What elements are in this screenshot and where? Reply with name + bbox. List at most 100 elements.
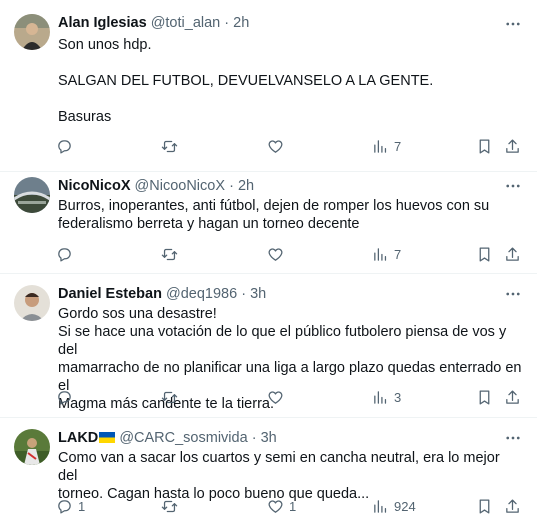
- user-handle[interactable]: @deq1986: [166, 286, 237, 302]
- bookmark-icon: [479, 498, 490, 514]
- views-count: 3: [394, 389, 402, 405]
- retweet-icon: [161, 500, 178, 512]
- tweet-line: Gordo sos una desastre!: [58, 306, 217, 322]
- timestamp[interactable]: 2h: [238, 178, 254, 194]
- timestamp[interactable]: 2h: [233, 15, 249, 31]
- reply-icon: [58, 247, 71, 262]
- avatar[interactable]: [14, 285, 50, 321]
- tweet[interactable]: LAKD @CARC_sosmivida · 3h Como van a sac…: [0, 418, 537, 524]
- views-icon: [374, 139, 387, 153]
- action-bar: 1 1 924: [56, 495, 522, 517]
- avatar[interactable]: [14, 14, 50, 50]
- ukraine-flag-icon: [99, 432, 116, 443]
- tweet-header: LAKD @CARC_sosmivida · 3h: [58, 428, 501, 448]
- bookmark-button[interactable]: [476, 135, 493, 157]
- share-icon: [506, 389, 519, 404]
- like-icon: [268, 499, 283, 513]
- views-icon: [374, 390, 387, 404]
- tweet[interactable]: NicoNicoX @NicooNicoX · 2h Burros, inope…: [0, 172, 537, 274]
- user-handle[interactable]: @CARC_sosmivida: [119, 430, 247, 446]
- user-handle[interactable]: @NicooNicoX: [135, 178, 225, 194]
- like-icon: [268, 390, 283, 404]
- reply-icon: [58, 390, 71, 405]
- action-bar: 7: [56, 135, 522, 157]
- separator-dot: ·: [224, 15, 230, 31]
- display-name[interactable]: NicoNicoX: [58, 178, 131, 194]
- views-button[interactable]: 924: [372, 495, 416, 517]
- reply-button[interactable]: [56, 386, 78, 408]
- tweet-line: Basuras: [58, 109, 112, 125]
- like-count: 1: [289, 498, 297, 514]
- share-icon: [506, 246, 519, 261]
- share-icon: [506, 498, 519, 513]
- tweet-line: Burros, inoperantes, anti fútbol, dejen …: [58, 198, 490, 214]
- bookmark-icon: [479, 246, 490, 262]
- tweet-line: [58, 54, 523, 72]
- views-button[interactable]: 7: [372, 243, 401, 265]
- separator-dot: ·: [241, 286, 247, 302]
- like-button[interactable]: [267, 386, 289, 408]
- views-count: 924: [394, 498, 416, 514]
- bookmark-button[interactable]: [476, 495, 493, 517]
- tweet-line: Como van a sacar los cuartos y semi en c…: [58, 450, 504, 484]
- reply-icon: [58, 499, 71, 514]
- retweet-button[interactable]: [161, 243, 183, 265]
- retweet-button[interactable]: [161, 495, 183, 517]
- retweet-button[interactable]: [161, 386, 183, 408]
- tweet-line: Son unos hdp.: [58, 37, 152, 53]
- views-icon: [374, 499, 387, 513]
- avatar[interactable]: [14, 429, 50, 465]
- tweet-line: [58, 90, 523, 108]
- tweet[interactable]: Daniel Esteban @deq1986 · 3h Gordo sos u…: [0, 274, 537, 418]
- more-icon[interactable]: [503, 176, 523, 196]
- like-button[interactable]: [267, 243, 289, 265]
- views-button[interactable]: 3: [372, 386, 401, 408]
- views-icon: [374, 247, 387, 261]
- separator-dot: ·: [229, 178, 234, 194]
- retweet-icon: [161, 391, 178, 403]
- views-count: 7: [394, 138, 402, 154]
- user-handle[interactable]: @toti_alan: [151, 15, 221, 31]
- reply-count: 1: [78, 498, 86, 514]
- display-name[interactable]: Daniel Esteban: [58, 286, 162, 302]
- reply-button[interactable]: 1: [56, 495, 85, 517]
- views-count: 7: [394, 246, 402, 262]
- display-name[interactable]: Alan Iglesias: [58, 15, 147, 31]
- timestamp[interactable]: 3h: [250, 286, 266, 302]
- share-button[interactable]: [504, 243, 521, 265]
- tweet-line: Si se hace una votación de lo que el púb…: [58, 324, 511, 358]
- like-icon: [268, 139, 283, 153]
- retweet-icon: [161, 140, 178, 152]
- tweet-text: Son unos hdp. SALGAN DEL FUTBOL, DEVUELV…: [58, 36, 523, 126]
- like-icon: [268, 247, 283, 261]
- share-button[interactable]: [504, 495, 521, 517]
- display-name[interactable]: LAKD: [58, 430, 98, 446]
- bookmark-button[interactable]: [476, 243, 493, 265]
- reply-button[interactable]: [56, 135, 78, 157]
- like-button[interactable]: 1: [267, 495, 296, 517]
- retweet-button[interactable]: [161, 135, 183, 157]
- like-button[interactable]: [267, 135, 289, 157]
- tweet-header: Alan Iglesias @toti_alan · 2h: [58, 13, 501, 33]
- views-button[interactable]: 7: [372, 135, 401, 157]
- action-bar: 3: [56, 386, 522, 408]
- tweet-line: SALGAN DEL FUTBOL, DEVUELVANSELO A LA GE…: [58, 73, 434, 89]
- bookmark-icon: [479, 138, 490, 154]
- share-button[interactable]: [504, 386, 521, 408]
- share-icon: [506, 138, 519, 153]
- avatar[interactable]: [14, 177, 50, 213]
- timestamp[interactable]: 3h: [261, 430, 277, 446]
- tweet-text: Burros, inoperantes, anti fútbol, dejen …: [58, 197, 523, 233]
- tweet[interactable]: Alan Iglesias @toti_alan · 2h Son unos h…: [0, 0, 537, 172]
- more-icon[interactable]: [503, 284, 523, 304]
- tweet-header: NicoNicoX @NicooNicoX · 2h: [58, 176, 501, 196]
- reply-button[interactable]: [56, 243, 78, 265]
- reply-icon: [58, 139, 71, 154]
- bookmark-icon: [479, 389, 490, 405]
- action-bar: 7: [56, 243, 522, 265]
- more-icon[interactable]: [503, 428, 523, 448]
- more-icon[interactable]: [503, 14, 523, 34]
- bookmark-button[interactable]: [476, 386, 493, 408]
- share-button[interactable]: [504, 135, 521, 157]
- tweet-line: federalismo berreta y hagan un torneo de…: [58, 216, 360, 232]
